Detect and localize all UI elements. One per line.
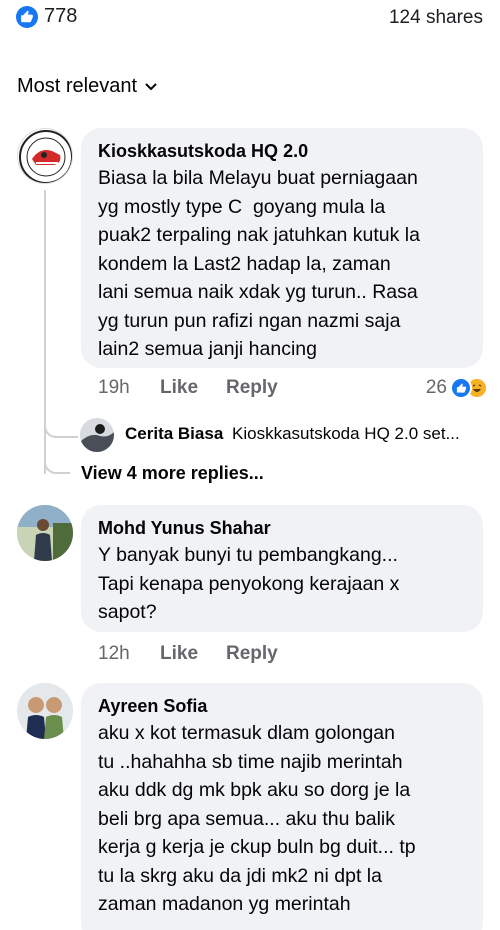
comment-actions: 19h Like Reply 26	[98, 377, 488, 399]
avatar[interactable]	[17, 683, 73, 739]
sort-label: Most relevant	[17, 75, 138, 97]
comment-actions: 12h Like Reply	[98, 643, 278, 665]
reaction-count[interactable]: 778	[44, 5, 77, 28]
avatar[interactable]	[17, 505, 73, 561]
comment-bubble[interactable]: Ayreen Sofia aku x kot termasuk dlam gol…	[81, 683, 483, 930]
like-reaction-icon	[450, 377, 472, 399]
thread-connector	[44, 460, 70, 474]
comment-author[interactable]: Kioskkasutskoda HQ 2.0	[98, 138, 467, 164]
like-reaction-icon	[16, 6, 38, 28]
comment-time[interactable]: 19h	[98, 377, 160, 399]
comment-author[interactable]: Ayreen Sofia	[98, 693, 467, 719]
comment-bubble[interactable]: Kioskkasutskoda HQ 2.0 Biasa la bila Mel…	[81, 128, 483, 368]
thread-connector	[44, 424, 78, 438]
sort-dropdown[interactable]: Most relevant	[17, 75, 157, 98]
reply-preview[interactable]: Cerita Biasa Kioskkasutskoda HQ 2.0 set.…	[125, 424, 485, 444]
avatar[interactable]	[80, 418, 114, 452]
comment-reaction-count[interactable]: 26	[426, 377, 447, 399]
chevron-down-icon	[145, 82, 157, 90]
reply-button[interactable]: Reply	[226, 377, 278, 399]
avatar[interactable]	[17, 128, 73, 184]
reply-button[interactable]: Reply	[226, 643, 278, 665]
comment-time[interactable]: 12h	[98, 643, 160, 665]
like-button[interactable]: Like	[160, 643, 226, 665]
reply-author[interactable]: Cerita Biasa	[125, 424, 223, 443]
comment-bubble[interactable]: Mohd Yunus Shahar Y banyak bunyi tu pemb…	[81, 505, 483, 632]
comment-text: Y banyak bunyi tu pembangkang... Tapi ke…	[98, 544, 400, 623]
reply-snippet: Kioskkasutskoda HQ 2.0 set...	[232, 424, 460, 443]
like-button[interactable]: Like	[160, 377, 226, 399]
comment-text: Biasa la bila Melayu buat perniagaan yg …	[98, 167, 420, 360]
shares-count[interactable]: 124 shares	[389, 7, 483, 29]
comment-text: aku x kot termasuk dlam golongan tu ..ha…	[98, 722, 416, 915]
view-more-replies-link[interactable]: View 4 more replies...	[81, 463, 264, 484]
comment-author[interactable]: Mohd Yunus Shahar	[98, 515, 467, 541]
